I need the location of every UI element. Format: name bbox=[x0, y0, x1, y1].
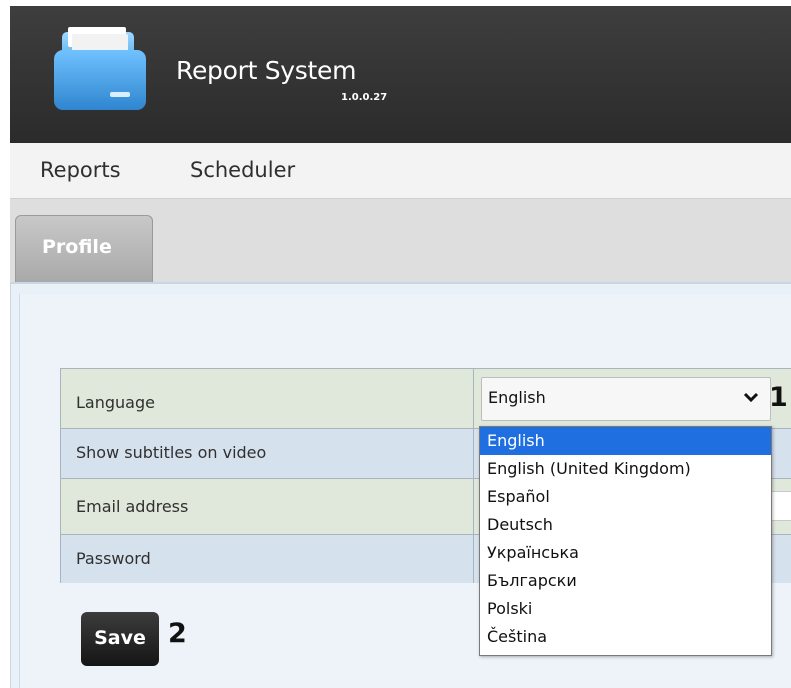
language-select-value: English bbox=[488, 388, 546, 407]
tab-profile[interactable]: Profile bbox=[15, 215, 153, 282]
folder-icon bbox=[54, 27, 146, 110]
language-option-bulgarian[interactable]: Български bbox=[480, 567, 771, 595]
language-option-cestina[interactable]: Čeština bbox=[480, 623, 771, 651]
tab-bar: Profile bbox=[10, 199, 791, 282]
language-option-english[interactable]: English bbox=[480, 427, 771, 455]
column-divider bbox=[473, 479, 474, 534]
password-label: Password bbox=[76, 549, 151, 568]
column-divider bbox=[473, 429, 474, 478]
column-divider bbox=[473, 535, 474, 583]
save-button[interactable]: Save bbox=[81, 612, 159, 666]
language-select[interactable]: English bbox=[481, 377, 771, 421]
callout-1: 1 bbox=[769, 382, 788, 413]
app-version: 1.0.0.27 bbox=[341, 92, 388, 103]
email-label: Email address bbox=[76, 497, 189, 516]
callout-2: 2 bbox=[168, 618, 187, 649]
language-option-polski[interactable]: Polski bbox=[480, 595, 771, 623]
app-title: Report System bbox=[176, 56, 357, 85]
chevron-down-icon bbox=[743, 392, 759, 403]
subtitles-label: Show subtitles on video bbox=[76, 443, 267, 462]
row-language: Language English bbox=[61, 369, 791, 429]
language-option-deutsch[interactable]: Deutsch bbox=[480, 511, 771, 539]
tab-profile-label: Profile bbox=[42, 236, 112, 258]
app-header: Report System 1.0.0.27 bbox=[10, 6, 791, 143]
language-label: Language bbox=[76, 393, 155, 412]
nav-reports[interactable]: Reports bbox=[40, 158, 121, 182]
language-option-english-uk[interactable]: English (United Kingdom) bbox=[480, 455, 771, 483]
language-option-espanol[interactable]: Español bbox=[480, 483, 771, 511]
language-option-ukrainian[interactable]: Українська bbox=[480, 539, 771, 567]
language-dropdown: English English (United Kingdom) Español… bbox=[479, 426, 772, 656]
main-nav: Reports Scheduler bbox=[10, 143, 791, 199]
nav-scheduler[interactable]: Scheduler bbox=[190, 158, 295, 182]
column-divider bbox=[473, 369, 474, 428]
